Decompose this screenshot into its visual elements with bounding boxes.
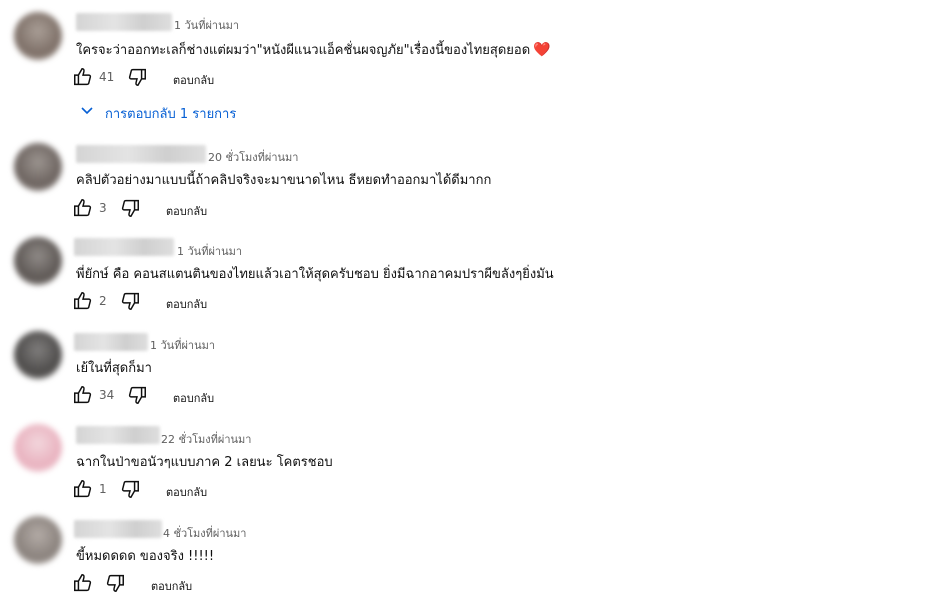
comment-text-body: ใครจะว่าออกทะเลก็ช่างแต่ผมว่า"หนังผีแนวแ…: [76, 43, 531, 58]
reply-button[interactable]: ตอบกลับ: [173, 71, 214, 89]
like-count: 3: [99, 201, 107, 215]
avatar[interactable]: [14, 143, 62, 191]
like-icon[interactable]: [72, 384, 94, 406]
comment-text: ฉากในป่าขอนัวๆแบบภาค 2 เลยนะ โคตรชอบ: [76, 455, 333, 470]
author-name-redacted[interactable]: [76, 145, 206, 163]
like-icon[interactable]: [72, 572, 94, 594]
dislike-icon[interactable]: [126, 384, 148, 406]
comment-text: ใครจะว่าออกทะเลก็ช่างแต่ผมว่า"หนังผีแนวแ…: [76, 39, 551, 60]
like-icon[interactable]: [72, 290, 94, 312]
author-name-redacted[interactable]: [74, 238, 174, 256]
reply-button[interactable]: ตอบกลับ: [166, 202, 207, 220]
reply-button[interactable]: ตอบกลับ: [173, 389, 214, 407]
like-icon[interactable]: [72, 478, 94, 500]
avatar[interactable]: [14, 331, 62, 379]
chevron-down-icon: [81, 107, 93, 115]
comment-text: เย้ในที่สุดก็มา: [76, 361, 152, 376]
comment-timestamp[interactable]: 1 วันที่ผ่านมา: [150, 336, 215, 354]
comment-timestamp[interactable]: 1 วันที่ผ่านมา: [174, 16, 239, 34]
comment-timestamp[interactable]: 22 ชั่วโมงที่ผ่านมา: [161, 430, 252, 448]
comment-text: คลิปตัวอย่างมาแบบนี้ถ้าคลิปจริงจะมาขนาดไ…: [76, 173, 492, 188]
dislike-icon[interactable]: [119, 197, 141, 219]
reply-button[interactable]: ตอบกลับ: [166, 483, 207, 501]
like-count: 2: [99, 294, 107, 308]
like-count: 1: [99, 482, 107, 496]
comment-actions: 3 ตอบกลับ: [72, 197, 272, 221]
like-icon[interactable]: [72, 66, 94, 88]
dislike-icon[interactable]: [119, 290, 141, 312]
author-name-redacted[interactable]: [76, 426, 160, 444]
comment-actions: 1 ตอบกลับ: [72, 478, 272, 502]
avatar[interactable]: [14, 516, 62, 564]
author-name-redacted[interactable]: [76, 13, 172, 31]
avatar[interactable]: [14, 237, 62, 285]
author-name-redacted[interactable]: [74, 333, 148, 351]
comment-timestamp[interactable]: 20 ชั่วโมงที่ผ่านมา: [208, 148, 299, 166]
dislike-icon[interactable]: [119, 478, 141, 500]
comment-timestamp[interactable]: 4 ชั่วโมงที่ผ่านมา: [163, 524, 247, 542]
like-count: 41: [99, 70, 115, 84]
author-name-redacted[interactable]: [74, 520, 162, 538]
heart-emoji: ❤️: [533, 42, 551, 58]
comment-text: ขี้หมดดดด ของจริง !!!!!: [76, 549, 215, 564]
comment-actions: ตอบกลับ: [72, 572, 272, 596]
like-icon[interactable]: [72, 197, 94, 219]
dislike-icon[interactable]: [104, 572, 126, 594]
avatar[interactable]: [14, 424, 62, 472]
reply-button[interactable]: ตอบกลับ: [151, 577, 192, 595]
reply-button[interactable]: ตอบกลับ: [166, 295, 207, 313]
comment-actions: 41 ตอบกลับ: [72, 66, 272, 90]
view-replies-label: การตอบกลับ 1 รายการ: [105, 107, 237, 122]
comment-actions: 2 ตอบกลับ: [72, 290, 272, 314]
avatar[interactable]: [14, 12, 62, 60]
comment-actions: 34 ตอบกลับ: [72, 384, 272, 408]
dislike-icon[interactable]: [126, 66, 148, 88]
like-count: 34: [99, 388, 115, 402]
comment-timestamp[interactable]: 1 วันที่ผ่านมา: [177, 242, 242, 260]
comment-text: พี่ยักษ์ คือ คอนสแตนตินของไทยแล้วเอาให้ส…: [76, 267, 554, 282]
